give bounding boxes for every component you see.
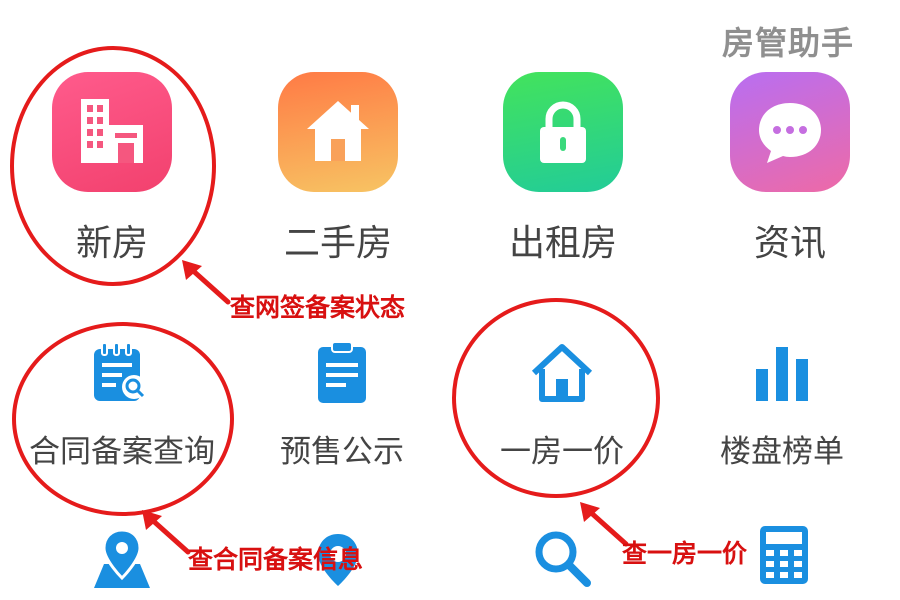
app-second-hand-house[interactable]: 二手房 (238, 72, 438, 266)
lock-icon (540, 101, 586, 163)
annotation-arrow-1 (182, 260, 231, 305)
house-icon (307, 101, 369, 161)
app-label: 出租房 (508, 223, 617, 264)
rental-tile (503, 72, 623, 192)
app-label: 二手房 (283, 223, 392, 264)
tool-icon-wrap (307, 338, 377, 408)
highlight-ring-contract-query (12, 322, 234, 516)
watermark-text: 房管助手 (722, 24, 855, 62)
tool-label: 楼盘榜单 (720, 434, 844, 470)
highlight-ring-new-house (10, 46, 216, 286)
annotation-check-one-price: 查一房一价 (622, 539, 748, 568)
tool-icon-wrap (747, 338, 817, 408)
tool-presale-notice[interactable]: 预售公示 (232, 338, 452, 472)
annotation-check-signing-status: 查网签备案状态 (230, 293, 406, 322)
second-hand-tile (278, 72, 398, 192)
highlight-ring-one-price (452, 298, 660, 498)
annotation-check-contract-info: 查合同备案信息 (188, 545, 364, 574)
tool-label: 预售公示 (280, 434, 404, 470)
chat-bubble-icon (759, 103, 821, 163)
bar-chart-icon (756, 347, 808, 401)
news-tile (730, 72, 850, 192)
clipboard-icon (318, 341, 366, 403)
tool-project-ranking[interactable]: 楼盘榜单 (672, 338, 892, 472)
app-rental-house[interactable]: 出租房 (463, 72, 663, 266)
app-news[interactable]: 资讯 (690, 72, 890, 266)
calculator-icon[interactable] (758, 524, 810, 586)
app-label: 资讯 (753, 223, 826, 264)
annotation-arrow-2 (142, 510, 191, 555)
